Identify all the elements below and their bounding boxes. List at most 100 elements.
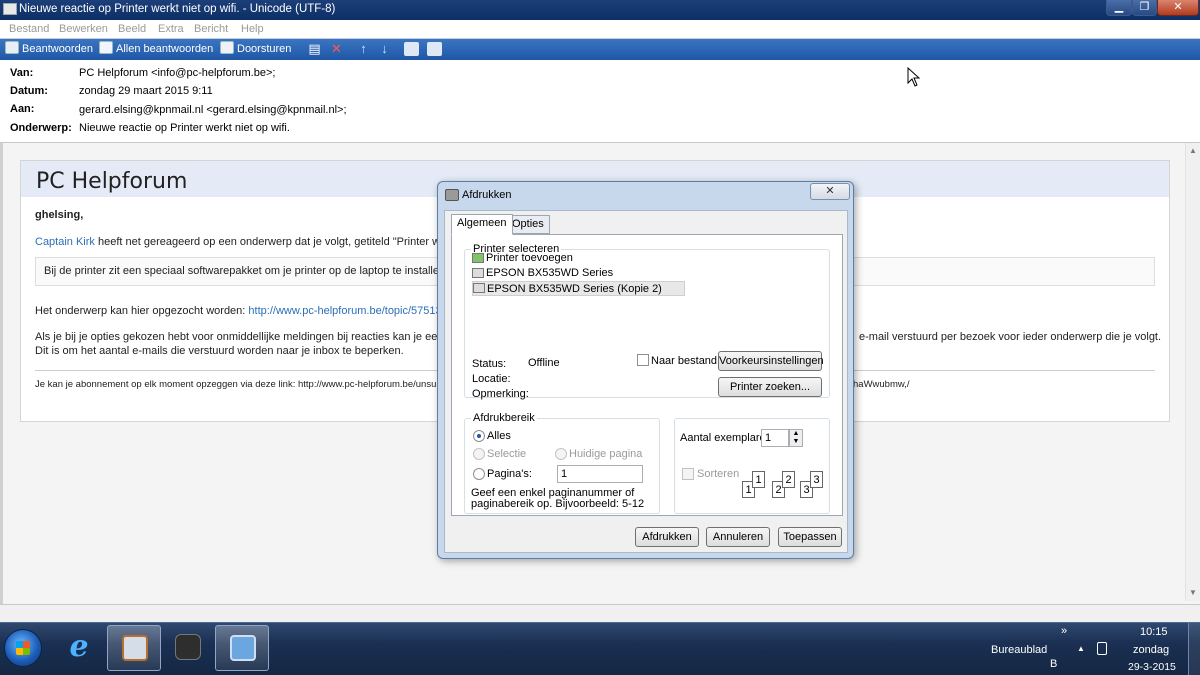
clock-date[interactable]: 29-3-2015 (1128, 661, 1176, 673)
reply-notice: Captain Kirk heeft net gereageerd op een… (35, 236, 455, 248)
forward-label: Doorsturen (237, 43, 292, 55)
collate-checkbox[interactable] (682, 468, 694, 480)
options-line-1-right: e-mail verstuurd per bezoek voor ieder o… (859, 331, 1162, 343)
show-desktop-button[interactable] (1188, 623, 1200, 675)
add-printer-icon (472, 253, 484, 263)
forward-icon (220, 41, 234, 54)
reply-all-icon (99, 41, 113, 54)
range-all-radio[interactable] (473, 430, 485, 442)
find-printer-button[interactable]: Printer zoeken... (718, 377, 822, 397)
options-line-1: Als je bij je opties gekozen hebt voor o… (35, 331, 446, 343)
reply-button[interactable]: Beantwoorden (5, 41, 93, 58)
maximize-button[interactable]: ❐ (1132, 0, 1157, 16)
clock-time[interactable]: 10:15 (1140, 626, 1168, 638)
unsubscribe-text-right: haWwubmw,/ (853, 379, 910, 390)
print-to-file-label: Naar bestand (651, 355, 718, 367)
scroll-down-icon[interactable]: ▼ (1189, 588, 1197, 597)
mouse-cursor-icon (907, 67, 921, 87)
subject-label: Onderwerp: (10, 122, 72, 134)
close-window-button[interactable]: ✕ (1157, 0, 1199, 16)
copies-spinner[interactable]: ▲ ▼ (789, 429, 803, 447)
collate-label: Sorteren (697, 468, 740, 480)
print-button[interactable]: Afdrukken (635, 527, 699, 547)
tab-algemeen[interactable]: Algemeen (451, 214, 513, 235)
printer-item-epson[interactable]: EPSON BX535WD Series (472, 266, 613, 281)
menu-extra[interactable]: Extra (158, 23, 184, 35)
to-value: gerard.elsing@kpnmail.nl <gerard.elsing@… (79, 104, 347, 116)
menu-bar: Bestand Bewerken Beeld Extra Bericht Hel… (0, 20, 1200, 39)
title-bar: Nieuwe reactie op Printer werkt niet op … (0, 0, 1200, 20)
delete-icon[interactable]: ✕ (329, 42, 344, 56)
previous-icon[interactable]: ↑ (356, 42, 371, 56)
scroll-up-icon[interactable]: ▲ (1189, 146, 1197, 155)
range-current-page-radio[interactable] (555, 448, 567, 460)
menu-bericht[interactable]: Bericht (194, 23, 228, 35)
clock-day[interactable]: zondag (1133, 644, 1169, 656)
range-selection-label: Selectie (487, 448, 527, 460)
subject-value: Nieuwe reactie op Printer werkt niet op … (79, 122, 290, 134)
show-hidden-icons-button[interactable]: ▲ (1077, 644, 1085, 653)
printer-list[interactable]: Printer toevoegen EPSON BX535WD Series E… (472, 251, 822, 301)
print-to-file-checkbox[interactable] (637, 354, 649, 366)
apply-button[interactable]: Toepassen (778, 527, 842, 547)
pages-input[interactable]: 1 (557, 465, 643, 483)
location-label: Locatie: (472, 373, 511, 385)
date-value: zondag 29 maart 2015 9:11 (79, 85, 213, 97)
collate-page-2b: 2 (782, 471, 795, 488)
unsubscribe-text: Je kan je abonnement op elk moment opzeg… (35, 379, 437, 390)
greeting: ghelsing, (35, 209, 84, 221)
date-label: Datum: (10, 85, 48, 97)
camera-icon (175, 634, 201, 660)
explorer-icon (122, 635, 148, 661)
status-strip (0, 604, 1200, 622)
monitor-icon (230, 635, 256, 661)
language-indicator[interactable]: B (1050, 658, 1057, 670)
topic-text: Het onderwerp kan hier opgezocht worden: (35, 305, 246, 317)
print-dialog: Afdrukken ✕ Algemeen Opties Printer sele… (437, 181, 854, 559)
collate-page-1b: 1 (752, 471, 765, 488)
dialog-close-button[interactable]: ✕ (810, 183, 850, 200)
start-button[interactable] (4, 629, 42, 667)
mail-message-icon (3, 3, 17, 15)
status-value: Offline (528, 357, 560, 369)
network-icon[interactable] (1097, 642, 1107, 655)
tab-opties[interactable]: Opties (506, 215, 550, 234)
topic-link[interactable]: http://www.pc-helpforum.be/topic/57513-p (248, 305, 451, 317)
preferences-button[interactable]: Voorkeursinstellingen (718, 351, 824, 371)
printer-item-epson-copy2[interactable]: EPSON BX535WD Series (Kopie 2) (472, 281, 685, 296)
printer-icon (473, 283, 485, 293)
menu-bestand[interactable]: Bestand (9, 23, 49, 35)
menu-help[interactable]: Help (241, 23, 264, 35)
cancel-button[interactable]: Annuleren (706, 527, 770, 547)
print-icon[interactable]: ▤ (307, 42, 322, 56)
addresses-icon[interactable] (404, 42, 419, 56)
author-link[interactable]: Captain Kirk (35, 236, 95, 248)
range-pages-label: Pagina's: (487, 468, 532, 480)
range-all-label: Alles (487, 430, 511, 442)
taskbar-internet-explorer[interactable]: e (52, 625, 106, 671)
forward-button[interactable]: Doorsturen (220, 41, 291, 58)
taskbar-remote-desktop[interactable] (215, 625, 269, 671)
toolbar-expand-icon[interactable]: » (1061, 625, 1067, 637)
taskbar-camera-app[interactable] (161, 625, 215, 671)
taskbar: e » Bureaublad B ▲ 10:15 zondag 29-3-201… (0, 622, 1200, 675)
menu-beeld[interactable]: Beeld (118, 23, 146, 35)
minimize-button[interactable]: ▁ (1106, 0, 1132, 16)
printer-item-add[interactable]: Printer toevoegen (472, 251, 573, 266)
to-label: Aan: (10, 103, 35, 115)
next-icon[interactable]: ↓ (377, 42, 392, 56)
menu-bewerken[interactable]: Bewerken (59, 23, 108, 35)
taskbar-explorer[interactable] (107, 625, 161, 671)
reply-all-button[interactable]: Allen beantwoorden (99, 41, 213, 58)
topic-line: Het onderwerp kan hier opgezocht worden:… (35, 305, 451, 317)
range-pages-radio[interactable] (473, 468, 485, 480)
range-selection-radio[interactable] (473, 448, 485, 460)
contact-icon[interactable] (427, 42, 442, 56)
desktop-toolbar-label[interactable]: Bureaublad (991, 644, 1047, 656)
copies-input[interactable]: 1 (761, 429, 789, 447)
printer-item-epson-copy2-label: EPSON BX535WD Series (Kopie 2) (487, 283, 662, 295)
printer-icon (472, 268, 484, 278)
vertical-scrollbar[interactable]: ▲ ▼ (1185, 143, 1200, 601)
options-line-2: Dit is om het aantal e-mails die verstuu… (35, 345, 404, 357)
dialog-body: Algemeen Opties Printer selecteren Print… (444, 210, 848, 553)
